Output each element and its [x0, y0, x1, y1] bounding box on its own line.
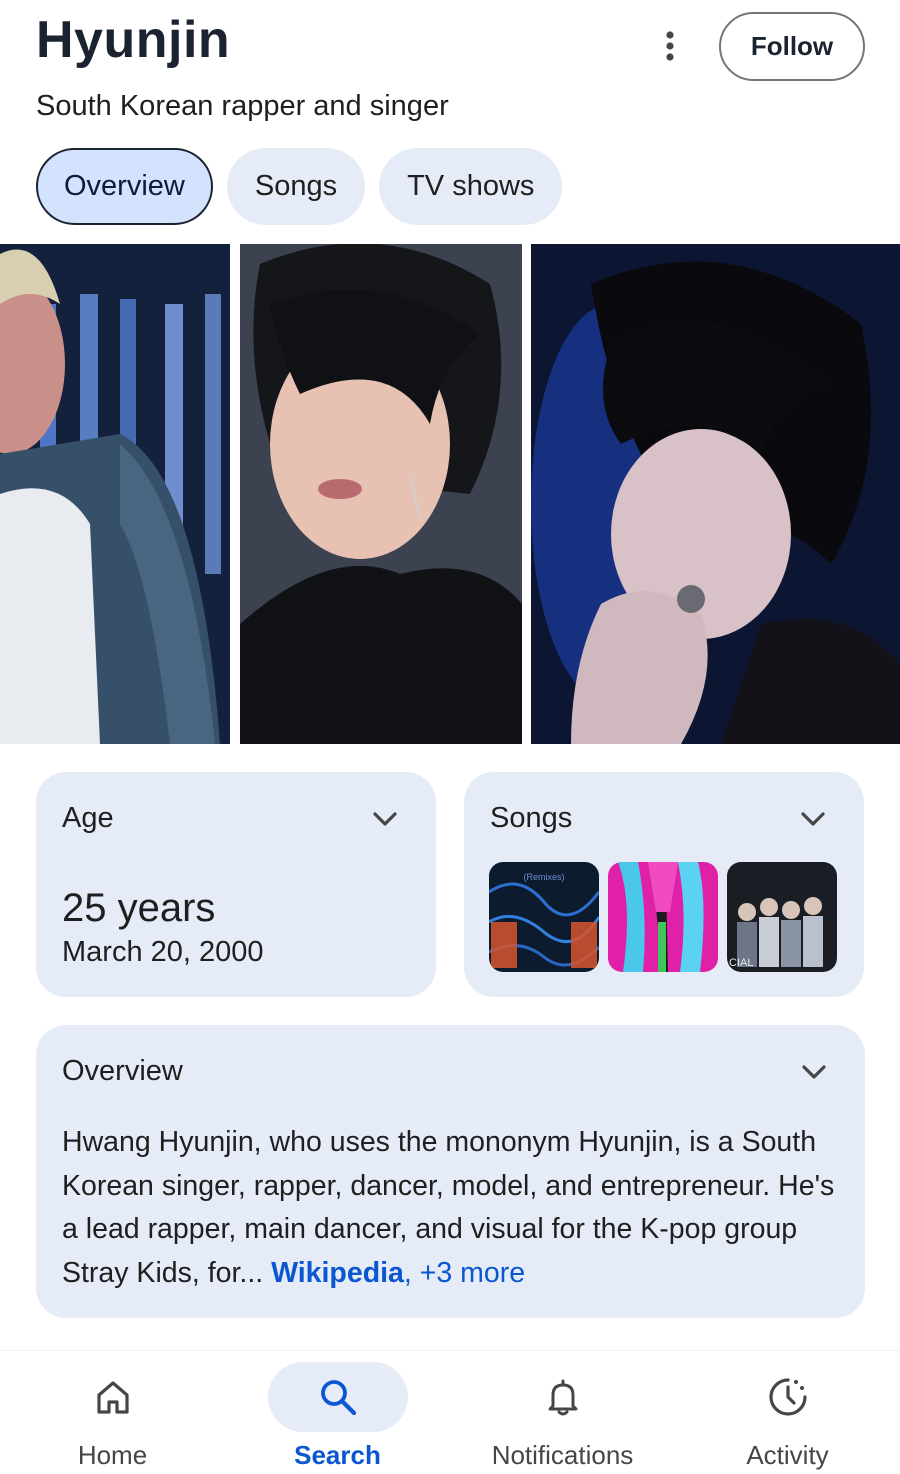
photo-portrait-black-jacket[interactable]	[240, 244, 522, 744]
tab-songs[interactable]: Songs	[226, 148, 366, 225]
more-sources-link[interactable]: +3 more	[420, 1257, 525, 1289]
wikipedia-link[interactable]: Wikipedia	[271, 1257, 404, 1289]
overview-description: Hwang Hyunjin, who uses the mononym Hyun…	[62, 1121, 852, 1295]
nav-activity-label: Activity	[746, 1440, 829, 1470]
entity-subtitle: South Korean rapper and singer	[36, 90, 449, 122]
entity-header: Hyunjin South Korean rapper and singer F…	[0, 0, 900, 140]
activity-icon	[768, 1378, 807, 1416]
search-icon	[320, 1380, 356, 1416]
more-vert-icon	[666, 31, 674, 61]
song-thumbnail-remixes[interactable]: (Remixes)	[489, 862, 599, 972]
nav-activity[interactable]: Activity	[675, 1351, 900, 1474]
photo-stage-performance[interactable]	[0, 244, 230, 744]
songs-card-label: Songs	[490, 802, 573, 834]
song-thumbnails: (Remixes) CIAL	[489, 862, 837, 972]
bottom-navigation: Home Search Notifications Activity	[0, 1350, 900, 1474]
nav-home[interactable]: Home	[0, 1351, 225, 1474]
tab-bar: Overview Songs TV shows	[36, 148, 563, 225]
chevron-down-icon[interactable]	[370, 804, 400, 834]
nav-home-label: Home	[77, 1440, 148, 1470]
page-title: Hyunjin	[36, 11, 231, 69]
age-card-label: Age	[62, 802, 114, 834]
follow-button[interactable]: Follow	[719, 12, 865, 81]
photo-portrait-blue-background[interactable]	[531, 244, 900, 744]
overview-title: Overview	[62, 1055, 183, 1087]
tab-tv-shows[interactable]: TV shows	[379, 148, 563, 225]
thumbnail-partial-text: CIAL	[729, 957, 753, 969]
more-options-button[interactable]	[650, 26, 690, 66]
image-gallery	[0, 244, 900, 744]
song-thumbnail-neon[interactable]	[608, 862, 718, 972]
nav-notifications[interactable]: Notifications	[450, 1351, 675, 1474]
chevron-down-icon[interactable]	[798, 804, 828, 834]
nav-notifications-label: Notifications	[491, 1440, 634, 1470]
songs-card[interactable]: Songs (Remixes) CIAL	[464, 772, 864, 997]
home-icon	[96, 1381, 129, 1414]
song-thumbnail-group[interactable]: CIAL	[727, 862, 837, 972]
birth-date: March 20, 2000	[62, 936, 264, 968]
nav-search-label: Search	[294, 1440, 381, 1470]
chevron-down-icon[interactable]	[799, 1057, 829, 1087]
age-card[interactable]: Age 25 years March 20, 2000	[36, 772, 436, 997]
bell-icon	[548, 1379, 577, 1416]
nav-search[interactable]: Search	[225, 1351, 450, 1474]
age-value: 25 years	[62, 886, 216, 930]
thumbnail-remixes-text: (Remixes)	[523, 872, 564, 882]
overview-card[interactable]: Overview Hwang Hyunjin, who uses the mon…	[36, 1025, 865, 1318]
tab-overview[interactable]: Overview	[36, 148, 213, 225]
overview-ellipsis: ...	[239, 1256, 264, 1289]
overview-separator: ,	[403, 1256, 412, 1289]
